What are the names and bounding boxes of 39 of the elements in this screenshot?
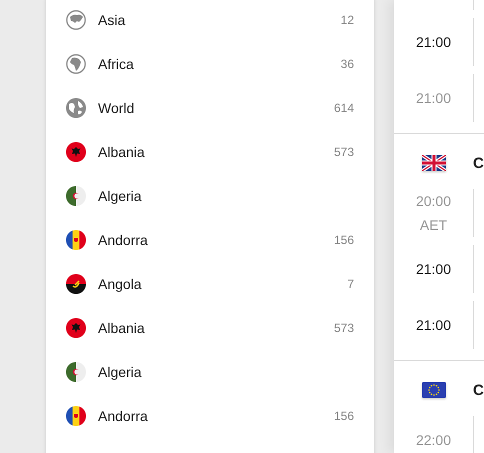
- competition-name[interactable]: Algeria: [98, 188, 354, 204]
- match-time: 20:00: [416, 193, 452, 209]
- asia-globe-icon: [66, 10, 86, 30]
- flag-icon: [66, 406, 86, 426]
- flag-icon: [422, 155, 446, 171]
- competition-name[interactable]: Albania: [98, 320, 334, 336]
- competition-title[interactable]: C: [473, 382, 484, 398]
- match-status: AET: [420, 217, 448, 233]
- flag-icon: [66, 186, 86, 206]
- flag-icon: [422, 382, 446, 398]
- competition-name[interactable]: Algeria: [98, 364, 354, 380]
- flag-icon: [66, 318, 86, 338]
- match-time: 21:00: [416, 90, 452, 106]
- match-time: 22:00: [416, 432, 452, 448]
- match-time: 21:00: [416, 317, 452, 333]
- flag-icon: [66, 362, 86, 382]
- competition-name[interactable]: Asia: [98, 12, 341, 28]
- flag-icon: [66, 230, 86, 250]
- competition-name[interactable]: Andorra: [98, 408, 334, 424]
- match-count: 156: [334, 233, 354, 247]
- competition-name[interactable]: Angola: [98, 276, 348, 292]
- competition-name[interactable]: World: [98, 100, 334, 116]
- competition-title[interactable]: C: [473, 154, 484, 172]
- flag-icon: [66, 274, 86, 294]
- competition-name[interactable]: Albania: [98, 144, 334, 160]
- africa-globe-icon: [66, 54, 86, 74]
- globe-icon: [66, 98, 86, 118]
- flag-icon: [66, 142, 86, 162]
- match-count: 12: [340, 13, 354, 27]
- match-count: 7: [347, 277, 354, 291]
- match-time: 21:00: [416, 261, 452, 277]
- match-count: 36: [340, 57, 354, 71]
- competition-name[interactable]: Andorra: [98, 232, 334, 248]
- match-count: 156: [334, 409, 354, 423]
- match-count: 614: [334, 101, 354, 115]
- competition-name[interactable]: Africa: [98, 56, 341, 72]
- match-count: 573: [334, 145, 354, 159]
- match-time: 21:00: [416, 34, 452, 50]
- match-count: 573: [334, 321, 354, 335]
